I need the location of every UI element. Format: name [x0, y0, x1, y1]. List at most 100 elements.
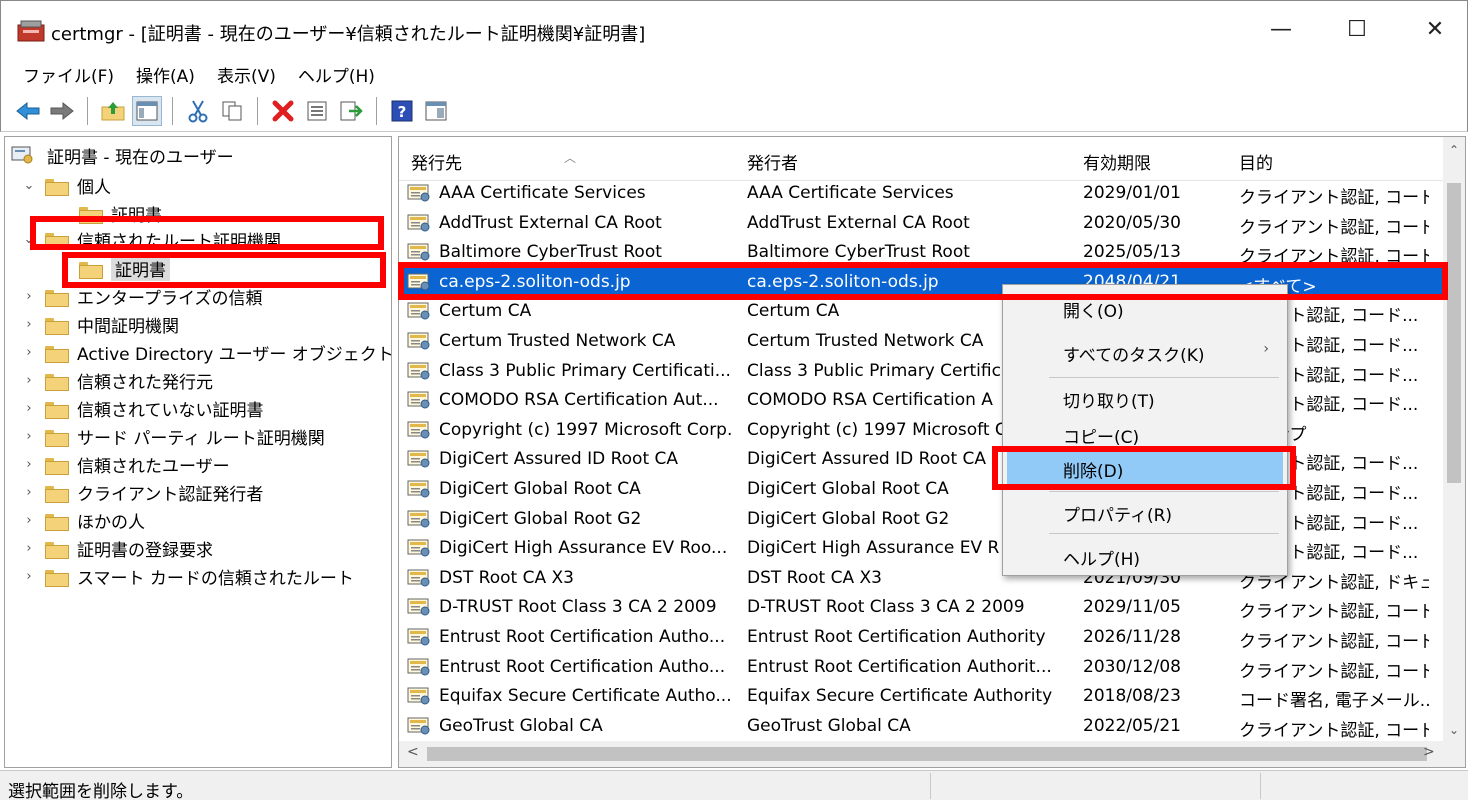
- tree-item-trusted-publishers[interactable]: › 信頼された発行元: [19, 366, 213, 394]
- delete-icon[interactable]: [268, 96, 298, 126]
- chevron-right-icon[interactable]: ›: [19, 569, 39, 584]
- scroll-up-icon[interactable]: ⌃: [1443, 143, 1465, 157]
- close-button[interactable]: ✕: [1395, 7, 1468, 51]
- chevron-right-icon[interactable]: ›: [19, 541, 39, 556]
- minimize-button[interactable]: —: [1241, 7, 1321, 51]
- certificate-icon: [407, 569, 430, 587]
- column-header-expiration[interactable]: 有効期限: [1083, 149, 1151, 174]
- scrollbar-thumb[interactable]: [1447, 183, 1461, 483]
- view-icon[interactable]: [421, 96, 451, 126]
- certificate-icon: [407, 717, 430, 735]
- chevron-right-icon[interactable]: ›: [19, 429, 39, 444]
- menu-help[interactable]: ヘルプ(H): [298, 62, 375, 87]
- certificate-icon: [407, 302, 430, 320]
- certificate-icon: [407, 184, 430, 202]
- chevron-right-icon[interactable]: ›: [19, 373, 39, 388]
- table-row[interactable]: D-TRUST Root Class 3 CA 2 2009 D-TRUST Ro…: [399, 593, 1443, 622]
- scrollbar-thumb[interactable]: [427, 747, 1427, 761]
- cell-purpose: コード署名, 電子メール...: [1239, 691, 1429, 712]
- chevron-right-icon[interactable]: ›: [19, 485, 39, 500]
- table-row[interactable]: AAA Certificate Services AAA Certificate …: [399, 179, 1443, 208]
- cell-purpose: クライアント認証, コード...: [1239, 217, 1429, 238]
- table-row[interactable]: AddTrust External CA Root AddTrust Extern…: [399, 209, 1443, 238]
- chevron-down-icon[interactable]: ⌄: [19, 178, 39, 193]
- cell-purpose: クライアント認証, コード...: [1239, 188, 1429, 208]
- certificate-icon: [407, 658, 430, 676]
- tree-item-third-party-root[interactable]: › サード パーティ ルート証明機関: [19, 422, 324, 450]
- menu-separator: [1049, 377, 1279, 378]
- vertical-scrollbar[interactable]: ⌃ ⌄: [1443, 137, 1465, 741]
- chevron-right-icon[interactable]: ›: [19, 289, 39, 304]
- tree-item-personal[interactable]: ⌄ 個人: [19, 171, 111, 199]
- chevron-right-icon[interactable]: ›: [19, 317, 39, 332]
- tree-item-trusted-people[interactable]: › 信頼されたユーザー: [19, 450, 229, 478]
- chevron-right-icon[interactable]: ›: [19, 401, 39, 416]
- export-icon[interactable]: [336, 96, 366, 126]
- tree-item-enrollment-requests[interactable]: › 証明書の登録要求: [19, 534, 213, 562]
- folder-icon: [45, 288, 69, 307]
- menu-item-label: ヘルプ(H): [1063, 550, 1141, 570]
- folder-icon: [45, 540, 69, 559]
- sort-up-icon: ︿: [564, 151, 577, 165]
- menu-item-all-tasks[interactable]: すべてのタスク(K) ›: [1007, 335, 1283, 369]
- help-icon[interactable]: ?: [387, 96, 417, 126]
- forward-icon[interactable]: [47, 96, 77, 126]
- chevron-right-icon[interactable]: ›: [19, 513, 39, 528]
- cell-issued-to: Equifax Secure Certificate Autho...: [439, 686, 732, 707]
- folder-icon: [45, 316, 69, 335]
- copy-icon[interactable]: [217, 96, 247, 126]
- tree-item-intermediate-ca[interactable]: › 中間証明機関: [19, 310, 179, 338]
- menu-item-cut[interactable]: 切り取り(T): [1007, 381, 1283, 415]
- tree-item-other-people[interactable]: › ほかの人: [19, 506, 145, 534]
- tree-item-label: 中間証明機関: [77, 316, 179, 337]
- menu-separator: [1049, 491, 1279, 492]
- cut-icon[interactable]: [183, 96, 213, 126]
- column-header-issued-to[interactable]: 発行先: [411, 149, 462, 174]
- certificate-icon: [407, 687, 430, 705]
- back-icon[interactable]: [13, 96, 43, 126]
- menu-view[interactable]: 表示(V): [217, 62, 276, 87]
- cell-purpose: クライアント認証, コード...: [1239, 632, 1429, 652]
- tree-item-ad-user-object[interactable]: › Active Directory ユーザー オブジェクト: [19, 338, 391, 366]
- menu-file[interactable]: ファイル(F): [23, 62, 114, 87]
- menu-action[interactable]: 操作(A): [136, 62, 195, 87]
- cell-purpose: クライアント認証, コード...: [1239, 602, 1429, 623]
- list-header: ︿ 発行先 発行者 有効期限 目的: [399, 137, 1443, 181]
- cell-issued-by: D-TRUST Root Class 3 CA 2 2009: [747, 597, 1025, 618]
- tree-item-untrusted[interactable]: › 信頼されていない証明書: [19, 394, 263, 422]
- certificate-icon: [407, 214, 430, 232]
- tree-item-smart-card-root[interactable]: › スマート カードの信頼されたルート: [19, 562, 354, 590]
- toolbar-separator: [257, 96, 258, 125]
- scroll-down-icon[interactable]: ⌄: [1443, 723, 1465, 737]
- column-header-purpose[interactable]: 目的: [1239, 149, 1273, 174]
- tree-item-label: クライアント認証発行者: [77, 484, 264, 505]
- properties-icon[interactable]: [302, 96, 332, 126]
- scroll-left-icon[interactable]: <: [407, 744, 419, 760]
- table-row[interactable]: Entrust Root Certification Autho... Entru…: [399, 623, 1443, 652]
- table-row[interactable]: GeoTrust Global CA GeoTrust Global CA 2022…: [399, 712, 1443, 741]
- maximize-button[interactable]: ☐: [1317, 7, 1397, 51]
- menu-item-properties[interactable]: プロパティ(R): [1007, 495, 1283, 529]
- certificate-icon: [407, 421, 430, 439]
- cell-issued-to: DigiCert Global Root CA: [439, 479, 641, 499]
- horizontal-scrollbar[interactable]: < >: [399, 741, 1465, 767]
- folder-icon: [45, 372, 69, 391]
- column-header-issued-by[interactable]: 発行者: [747, 149, 798, 174]
- show-tree-icon[interactable]: [132, 95, 162, 126]
- up-folder-icon[interactable]: [98, 96, 128, 126]
- chevron-right-icon[interactable]: ›: [19, 457, 39, 472]
- tree-root[interactable]: 証明書 - 現在のユーザー: [11, 141, 234, 169]
- certificate-icon: [407, 391, 430, 409]
- chevron-right-icon[interactable]: ›: [19, 345, 39, 360]
- certificate-icon: [407, 598, 430, 616]
- cell-issued-to: DigiCert Global Root G2: [439, 508, 642, 529]
- menu-item-help[interactable]: ヘルプ(H): [1007, 539, 1283, 573]
- tree-item-client-auth-issuers[interactable]: › クライアント認証発行者: [19, 478, 263, 506]
- table-row[interactable]: Equifax Secure Certificate Autho... Equif…: [399, 682, 1443, 711]
- scroll-right-icon[interactable]: >: [1423, 744, 1435, 760]
- table-row[interactable]: Entrust Root Certification Autho... Entru…: [399, 653, 1443, 682]
- cell-issued-to: D-TRUST Root Class 3 CA 2 2009: [439, 597, 717, 618]
- certificate-icon: [407, 539, 430, 557]
- tree-root-label: 証明書 - 現在のユーザー: [47, 147, 234, 168]
- cell-expiration: 2026/11/28: [1083, 627, 1181, 647]
